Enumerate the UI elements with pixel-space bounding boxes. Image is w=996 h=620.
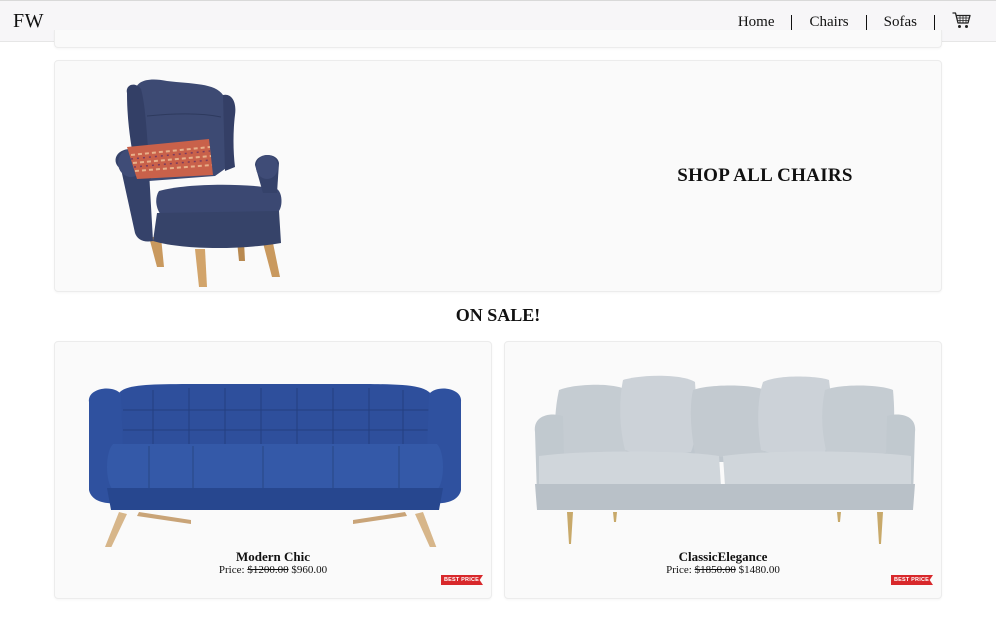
product-price: Price: $1850.00 $1480.00	[505, 564, 941, 576]
best-price-badge: BEST PRICE	[890, 575, 933, 585]
best-price-badge: BEST PRICE	[440, 575, 483, 585]
nav-divider	[865, 14, 867, 30]
nav-link-chairs[interactable]: Chairs	[809, 14, 848, 31]
armchair-image	[115, 79, 282, 287]
nav-divider	[791, 14, 793, 30]
product-card-modern-chic[interactable]: Modern Chic Price: $1200.00 $960.00 BEST…	[54, 341, 492, 599]
shop-all-chairs-title[interactable]: SHOP ALL CHAIRS	[635, 165, 895, 187]
grey-sofa-image	[534, 375, 916, 544]
shopping-cart-icon[interactable]	[952, 11, 972, 29]
product-name[interactable]: Modern Chic	[55, 549, 491, 565]
original-price: $1200.00	[247, 564, 289, 576]
product-name[interactable]: ClassicElegance	[505, 549, 941, 565]
sale-price: $1480.00	[738, 564, 780, 576]
on-sale-heading: ON SALE!	[455, 305, 541, 325]
product-card-classic-elegance[interactable]: ClassicElegance Price: $1850.00 $1480.00…	[504, 341, 942, 599]
original-price: $1850.00	[694, 564, 736, 576]
nav-link-home[interactable]: Home	[738, 14, 775, 31]
nav-link-sofas[interactable]: Sofas	[884, 14, 917, 31]
brand-logo[interactable]: FW	[13, 10, 44, 33]
shop-all-chairs-card[interactable]: SHOP ALL CHAIRS	[54, 60, 942, 292]
price-label: Price:	[666, 564, 692, 576]
product-price: Price: $1200.00 $960.00	[55, 564, 491, 576]
previous-card	[54, 30, 942, 48]
sale-price: $960.00	[291, 564, 328, 576]
nav-divider	[934, 14, 935, 30]
blue-sofa-image	[88, 384, 462, 547]
price-label: Price:	[218, 564, 245, 576]
